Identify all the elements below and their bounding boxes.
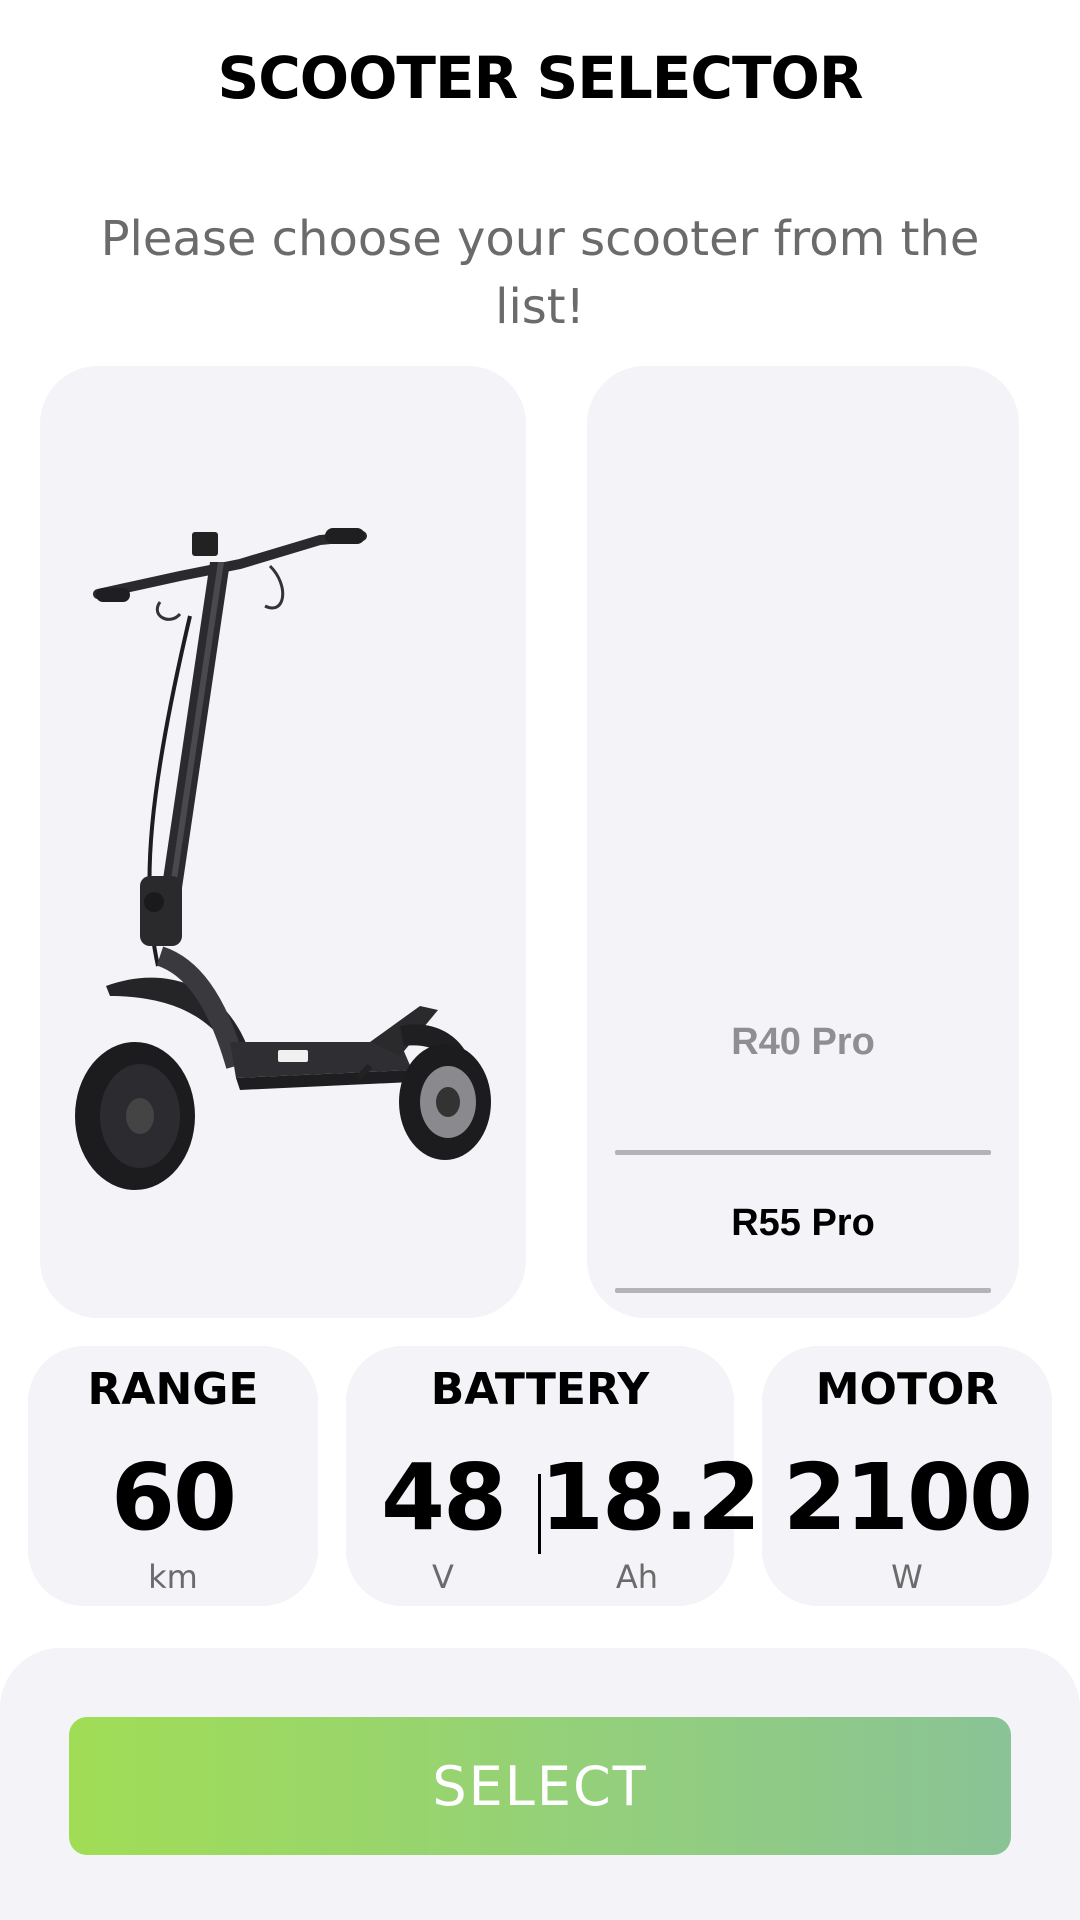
picker-option-r40-pro[interactable]: R40 Pro (587, 1021, 1019, 1064)
range-label: RANGE (87, 1364, 259, 1415)
battery-label: BATTERY (430, 1364, 650, 1415)
range-unit: km (148, 1558, 198, 1596)
motor-value: 2100 (782, 1444, 1033, 1551)
range-value: 60 (110, 1444, 237, 1551)
spec-card-motor: MOTOR 2100 W (762, 1346, 1052, 1606)
model-picker[interactable]: R40 Pro R55 Pro (587, 366, 1019, 1318)
spec-card-battery: BATTERY 48 18.2 V Ah (346, 1346, 761, 1606)
battery-voltage-unit: V (432, 1558, 454, 1596)
motor-label: MOTOR (815, 1364, 999, 1415)
battery-capacity-value: 18.2 (540, 1444, 761, 1551)
picker-option-r55-pro[interactable]: R55 Pro (587, 1202, 1019, 1245)
scooter-image-card (40, 366, 526, 1318)
picker-selection-line-bottom (615, 1288, 991, 1293)
page-title: SCOOTER SELECTOR (217, 44, 863, 112)
select-button[interactable]: SELECT (69, 1717, 1011, 1855)
battery-voltage-value: 48 (380, 1444, 507, 1551)
battery-capacity-unit: Ah (615, 1558, 659, 1596)
page-subtitle: Please choose your scooter from the list… (100, 211, 980, 335)
picker-selection-line-top (615, 1150, 991, 1155)
spec-card-range: RANGE 60 km (28, 1346, 318, 1606)
motor-unit: W (891, 1558, 923, 1596)
electric-scooter-icon (75, 528, 491, 1190)
